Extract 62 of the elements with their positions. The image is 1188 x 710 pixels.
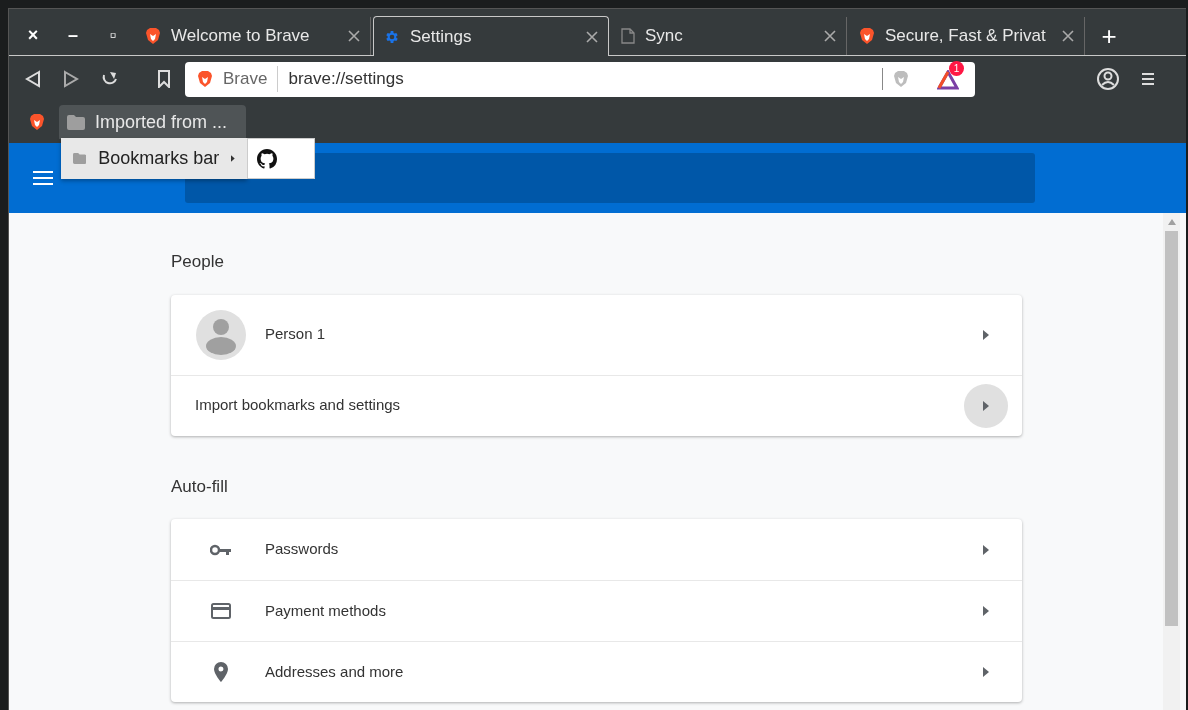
- row-label: Passwords: [265, 539, 340, 560]
- tab-title: Secure, Fast & Privat: [885, 25, 1047, 48]
- location-pin-icon: [214, 662, 228, 682]
- key-icon: [210, 543, 232, 556]
- menu-item[interactable]: Bookmarks bar: [61, 145, 247, 172]
- tab-title: Welcome to Brave: [171, 25, 311, 48]
- tab-title: Sync: [645, 25, 684, 48]
- bookmark-brave-icon: [29, 113, 45, 131]
- site-icon: [197, 70, 213, 88]
- browser-tab[interactable]: Sync: [611, 17, 847, 55]
- site-name: Brave: [223, 66, 279, 92]
- profile-icon[interactable]: [1097, 68, 1119, 90]
- new-tab-button[interactable]: +: [1089, 17, 1129, 55]
- brave-lion-icon: [859, 27, 875, 45]
- hamburger-menu-icon[interactable]: [33, 170, 53, 186]
- section-heading: People: [171, 251, 225, 273]
- caret-icon: [983, 544, 989, 555]
- menu-icon[interactable]: [1141, 71, 1155, 87]
- settings-row[interactable]: Passwords: [171, 519, 1022, 580]
- settings-row[interactable]: Person 1: [171, 294, 1022, 375]
- settings-row[interactable]: Payment methods: [171, 580, 1022, 641]
- shields-icon: [893, 70, 909, 88]
- forward-icon[interactable]: [63, 70, 79, 88]
- browser-tab[interactable]: Settings: [373, 16, 609, 56]
- row-label: Payment methods: [265, 600, 387, 621]
- url-text: brave://settings: [288, 68, 405, 91]
- caret-icon: [983, 329, 989, 340]
- notification-badge: 1: [949, 61, 964, 76]
- row-label: Person 1: [265, 324, 327, 345]
- bookmark-folder[interactable]: Imported from ...: [59, 105, 246, 139]
- address-bar[interactable]: Brave brave://settings 1: [185, 61, 975, 97]
- folder-icon: [73, 151, 87, 166]
- settings-row[interactable]: Addresses and more: [171, 641, 1022, 702]
- tab-title: Settings: [410, 25, 473, 48]
- close-icon[interactable]: [348, 30, 360, 42]
- minimize-button[interactable]: –: [53, 15, 93, 55]
- scrollbar-thumb[interactable]: [1165, 231, 1178, 626]
- back-icon[interactable]: [25, 70, 41, 88]
- bookmark-icon[interactable]: [157, 70, 171, 88]
- caret-icon: [983, 400, 989, 411]
- browser-tab[interactable]: Secure, Fast & Privat: [849, 17, 1085, 55]
- credit-card-icon: [211, 603, 231, 619]
- caret-icon: [983, 606, 989, 616]
- rewards-triangle-icon[interactable]: [937, 70, 959, 90]
- submenu-arrow-icon: [231, 154, 235, 163]
- close-icon[interactable]: [586, 30, 598, 43]
- page-icon: [621, 28, 635, 44]
- caret-icon: [983, 667, 989, 677]
- avatar-icon: [196, 309, 246, 360]
- row-label: Import bookmarks and settings: [195, 395, 402, 416]
- close-icon[interactable]: [824, 30, 836, 42]
- folder-icon: [67, 114, 85, 130]
- settings-icon: [384, 28, 400, 45]
- row-label: Addresses and more: [265, 661, 405, 682]
- settings-row[interactable]: Import bookmarks and settings: [171, 374, 1022, 436]
- section-heading: Auto-fill: [171, 475, 229, 498]
- maximize-button[interactable]: ▫: [93, 15, 133, 55]
- browser-tab[interactable]: Welcome to Brave: [135, 17, 371, 55]
- close-window-button[interactable]: ×: [13, 15, 53, 55]
- close-icon[interactable]: [1062, 30, 1074, 42]
- brave-lion-icon: [145, 27, 161, 45]
- github-icon[interactable]: [257, 148, 277, 169]
